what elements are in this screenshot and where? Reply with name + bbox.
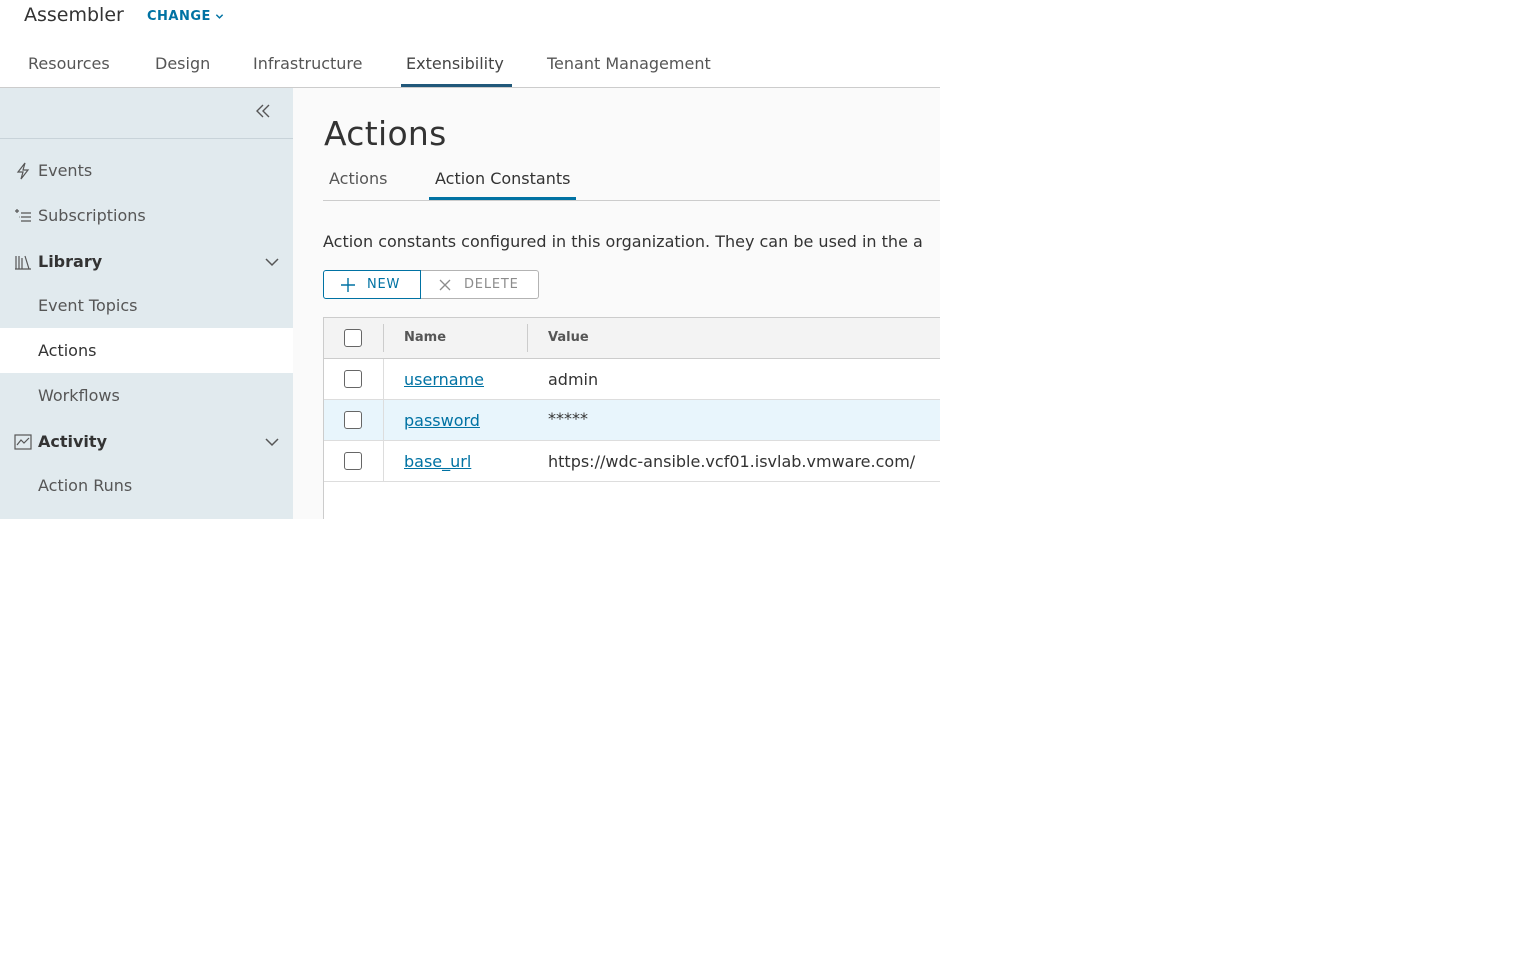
- sidebar-item-actions[interactable]: Actions: [0, 328, 293, 373]
- sidebar-item-label: Event Topics: [38, 296, 138, 315]
- column-separator: [383, 324, 384, 352]
- library-icon: [15, 255, 31, 270]
- tab-actions[interactable]: Actions: [323, 158, 393, 200]
- column-separator[interactable]: [527, 324, 528, 352]
- row-separator: [383, 400, 384, 440]
- select-all-checkbox[interactable]: [344, 329, 362, 347]
- plus-icon: [341, 277, 355, 292]
- sidebar-item-label: Action Runs: [38, 476, 133, 495]
- sidebar-item-action-runs[interactable]: Action Runs: [0, 463, 293, 508]
- column-header-name[interactable]: Name: [404, 330, 446, 345]
- sidebar-item-event-topics[interactable]: Event Topics: [0, 283, 293, 328]
- row-checkbox[interactable]: [344, 411, 362, 429]
- sidebar-group-library[interactable]: Library: [0, 239, 293, 284]
- constant-name-link[interactable]: base_url: [404, 452, 471, 471]
- constant-value: *****: [548, 409, 588, 428]
- table-row[interactable]: username admin: [324, 359, 940, 400]
- sidebar-item-label: Events: [38, 161, 93, 180]
- page-title: Actions: [324, 114, 447, 153]
- row-separator: [383, 359, 384, 399]
- activity-chart-icon: [14, 433, 32, 450]
- change-button[interactable]: CHANGE: [147, 9, 224, 24]
- top-navigation: Resources Design Infrastructure Extensib…: [0, 40, 940, 88]
- sidebar-item-workflows[interactable]: Workflows: [0, 373, 293, 418]
- sidebar-group-activity[interactable]: Activity: [0, 419, 293, 464]
- sidebar-item-events[interactable]: Events: [0, 148, 293, 193]
- constant-value: https://wdc-ansible.vcf01.isvlab.vmware.…: [548, 452, 916, 471]
- sidebar-collapse-row: [0, 88, 293, 139]
- page-description: Action constants configured in this orga…: [323, 232, 923, 251]
- new-button[interactable]: NEW: [323, 270, 421, 299]
- subscriptions-icon: [15, 208, 31, 222]
- sidebar-item-label: Workflows: [38, 386, 120, 405]
- sidebar-group-label: Activity: [38, 432, 107, 451]
- app-window: Assembler CHANGE Resources Design Infras…: [0, 0, 940, 519]
- bolt-icon: [16, 162, 30, 179]
- sidebar: Events Subscriptions Library Event Topic…: [0, 88, 293, 519]
- constant-value: admin: [548, 370, 599, 389]
- table-row[interactable]: base_url https://wdc-ansible.vcf01.isvla…: [324, 441, 940, 482]
- tab-design[interactable]: Design: [150, 40, 215, 87]
- chevron-down-icon: [215, 14, 224, 19]
- column-header-value[interactable]: Value: [548, 330, 589, 345]
- action-constants-grid: Name Value username admin password *****…: [323, 317, 940, 519]
- chevron-down-icon: [265, 257, 279, 266]
- sidebar-item-subscriptions[interactable]: Subscriptions: [0, 193, 293, 238]
- row-checkbox[interactable]: [344, 452, 362, 470]
- constant-name-link[interactable]: username: [404, 370, 484, 389]
- delete-button-label: DELETE: [464, 277, 519, 292]
- change-label: CHANGE: [147, 9, 211, 24]
- double-chevron-left-icon[interactable]: [253, 101, 273, 121]
- tab-extensibility[interactable]: Extensibility: [401, 40, 512, 87]
- app-title: Assembler: [24, 4, 124, 26]
- table-row[interactable]: password *****: [324, 400, 940, 441]
- main-content: Actions Actions Action Constants Action …: [293, 88, 940, 519]
- delete-button[interactable]: DELETE: [421, 270, 539, 299]
- chevron-down-icon: [265, 437, 279, 446]
- sidebar-group-label: Library: [38, 252, 103, 271]
- row-checkbox[interactable]: [344, 370, 362, 388]
- content-tabs: Actions Action Constants: [323, 158, 940, 201]
- constant-name-link[interactable]: password: [404, 411, 480, 430]
- tab-action-constants[interactable]: Action Constants: [429, 158, 577, 200]
- action-button-group: NEW DELETE: [323, 270, 539, 299]
- row-separator: [383, 441, 384, 481]
- sidebar-item-label: Subscriptions: [38, 206, 146, 225]
- tab-resources[interactable]: Resources: [23, 40, 115, 87]
- sidebar-item-label: Actions: [38, 341, 97, 360]
- grid-header: Name Value: [324, 318, 940, 359]
- tab-infrastructure[interactable]: Infrastructure: [248, 40, 367, 87]
- tab-tenant-management[interactable]: Tenant Management: [542, 40, 716, 87]
- new-button-label: NEW: [367, 277, 401, 292]
- close-icon: [439, 279, 451, 290]
